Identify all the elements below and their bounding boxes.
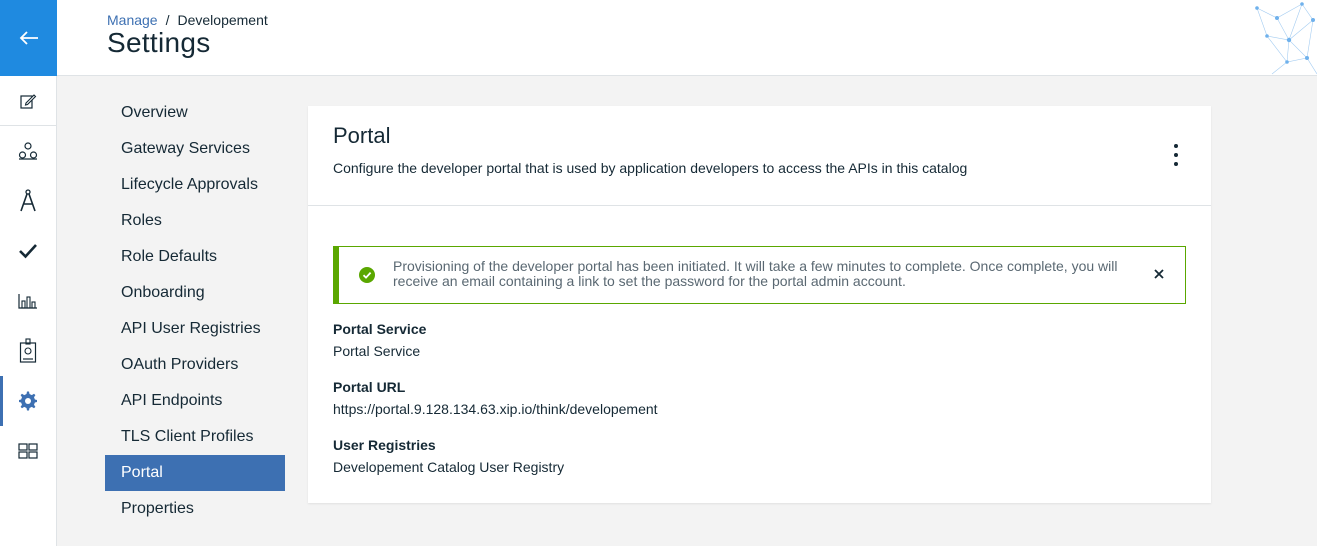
success-notification: Provisioning of the developer portal has… (333, 246, 1186, 304)
card-title: Portal (333, 123, 391, 148)
rail-item-settings[interactable] (0, 376, 56, 426)
gear-icon (19, 391, 37, 411)
close-icon (1154, 269, 1164, 279)
arrow-left-icon (19, 31, 38, 45)
nav-item-properties[interactable]: Properties (105, 491, 285, 527)
rail-item-hierarchy[interactable] (0, 126, 56, 176)
checkmark-icon (19, 244, 37, 259)
page-header: Manage / Developement Settings (57, 0, 1317, 76)
field-label: User Registries (333, 437, 436, 453)
rail-item-compass[interactable] (0, 176, 56, 226)
settings-nav: Overview Gateway Services Lifecycle Appr… (105, 95, 285, 527)
overflow-dot (1174, 144, 1178, 148)
user-registries-field: User Registries Developement Catalog Use… (333, 437, 564, 475)
card-header: Portal Configure the developer portal th… (308, 106, 1211, 206)
nav-item-api-endpoints[interactable]: API Endpoints (105, 383, 285, 419)
bar-chart-icon (18, 294, 37, 309)
overflow-dot (1174, 162, 1178, 166)
breadcrumb-current: Developement (177, 12, 268, 28)
hierarchy-icon (18, 142, 38, 160)
nav-item-lifecycle-approvals[interactable]: Lifecycle Approvals (105, 167, 285, 203)
edit-icon (20, 93, 37, 109)
nav-item-api-user-registries[interactable]: API User Registries (105, 311, 285, 347)
breadcrumb: Manage / Developement (107, 12, 268, 28)
rail-item-bar-chart[interactable] (0, 276, 56, 326)
field-value: Portal Service (333, 343, 421, 359)
notification-line-1: Provisioning of the developer portal has… (393, 258, 1118, 274)
field-value: https://portal.9.128.134.63.xip.io/think… (333, 401, 658, 417)
field-label: Portal URL (333, 379, 406, 395)
nav-item-portal[interactable]: Portal (105, 455, 285, 491)
rail-item-dashboard[interactable] (0, 426, 56, 476)
card-description: Configure the developer portal that is u… (333, 160, 968, 176)
rail-item-edit[interactable] (0, 76, 56, 126)
nav-item-gateway-services[interactable]: Gateway Services (105, 131, 285, 167)
badge-icon (19, 338, 37, 363)
portal-service-field: Portal Service Portal Service (333, 321, 426, 359)
nav-item-oauth-providers[interactable]: OAuth Providers (105, 347, 285, 383)
nav-item-overview[interactable]: Overview (105, 95, 285, 131)
rail-item-badge[interactable] (0, 326, 56, 376)
notification-close-button[interactable] (1151, 266, 1167, 282)
page-title: Settings (107, 27, 211, 58)
rail-item-checkmark[interactable] (0, 226, 56, 276)
nav-item-roles[interactable]: Roles (105, 203, 285, 239)
breadcrumb-link-manage[interactable]: Manage (107, 12, 158, 28)
portal-card: Portal Configure the developer portal th… (308, 106, 1211, 503)
back-button[interactable] (0, 0, 57, 76)
nav-item-role-defaults[interactable]: Role Defaults (105, 239, 285, 275)
left-rail (0, 0, 57, 546)
network-decoration-icon (1255, 2, 1317, 75)
overflow-dot (1174, 153, 1178, 157)
field-label: Portal Service (333, 321, 427, 337)
notification-message: Provisioning of the developer portal has… (393, 259, 1153, 289)
overflow-menu-button[interactable] (1169, 142, 1183, 168)
checkmark-circle-icon (359, 267, 375, 283)
dashboard-icon (18, 443, 38, 459)
compass-icon (20, 189, 36, 212)
portal-url-field: Portal URL https://portal.9.128.134.63.x… (333, 379, 658, 417)
nav-item-tls-client-profiles[interactable]: TLS Client Profiles (105, 419, 285, 455)
nav-item-onboarding[interactable]: Onboarding (105, 275, 285, 311)
notification-line-2: receive an email containing a link to se… (393, 273, 906, 289)
field-value: Developement Catalog User Registry (333, 459, 565, 475)
breadcrumb-separator: / (165, 12, 170, 28)
